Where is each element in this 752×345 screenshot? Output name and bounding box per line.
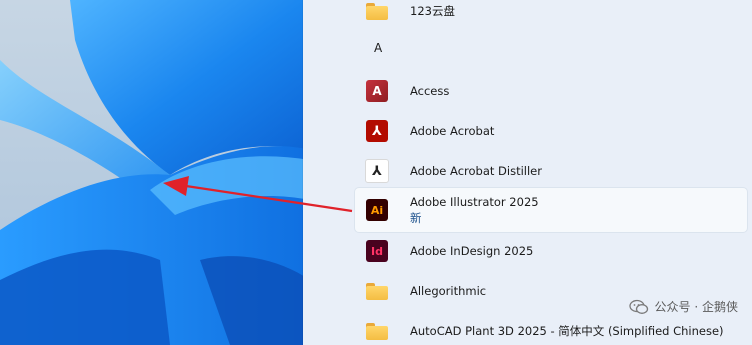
app-item-label: AutoCAD Plant 3D 2025 - 简体中文 (Simplified… xyxy=(410,324,724,338)
new-badge: 新 xyxy=(410,211,422,225)
app-item-adobe-acrobat[interactable]: ⅄ Adobe Acrobat xyxy=(355,111,747,151)
indesign-icon: Id xyxy=(365,239,389,263)
acrobat-icon: ⅄ xyxy=(365,119,389,143)
start-menu-all-apps-list: 123云盘 A A Access ⅄ Adobe Acrobat ⅄ Adobe… xyxy=(303,0,752,345)
screen: 123云盘 A A Access ⅄ Adobe Acrobat ⅄ Adobe… xyxy=(0,0,752,345)
app-item-label: 123云盘 xyxy=(410,4,455,18)
distiller-icon: ⅄ xyxy=(365,159,389,183)
app-item-autocad-plant-3d-2025[interactable]: AutoCAD Plant 3D 2025 - 简体中文 (Simplified… xyxy=(355,311,747,345)
app-item-label: Adobe InDesign 2025 xyxy=(410,244,534,258)
illustrator-icon: Ai xyxy=(365,198,389,222)
watermark: 公众号 · 企鹅侠 xyxy=(628,298,738,315)
watermark-text: 公众号 · 企鹅侠 xyxy=(654,300,738,314)
folder-icon xyxy=(365,279,389,303)
folder-icon xyxy=(365,319,389,343)
section-header-letter[interactable]: A xyxy=(374,41,382,55)
app-item-label: Adobe Illustrator 2025 xyxy=(410,195,539,209)
access-icon: A xyxy=(365,79,389,103)
wechat-icon xyxy=(628,299,648,314)
app-item-label: Adobe Acrobat xyxy=(410,124,495,138)
app-item-adobe-indesign-2025[interactable]: Id Adobe InDesign 2025 xyxy=(355,231,747,271)
app-item-label: Allegorithmic xyxy=(410,284,487,298)
desktop-wallpaper xyxy=(0,0,310,345)
app-item-label: Adobe Acrobat Distiller xyxy=(410,164,542,178)
folder-icon xyxy=(365,0,389,23)
app-item-adobe-acrobat-distiller[interactable]: ⅄ Adobe Acrobat Distiller xyxy=(355,151,747,191)
app-item-123-cloud[interactable]: 123云盘 xyxy=(355,0,747,31)
app-item-access[interactable]: A Access xyxy=(355,71,747,111)
app-item-adobe-illustrator-2025[interactable]: Ai Adobe Illustrator 2025 新 xyxy=(355,188,747,232)
app-item-label: Access xyxy=(410,84,450,98)
